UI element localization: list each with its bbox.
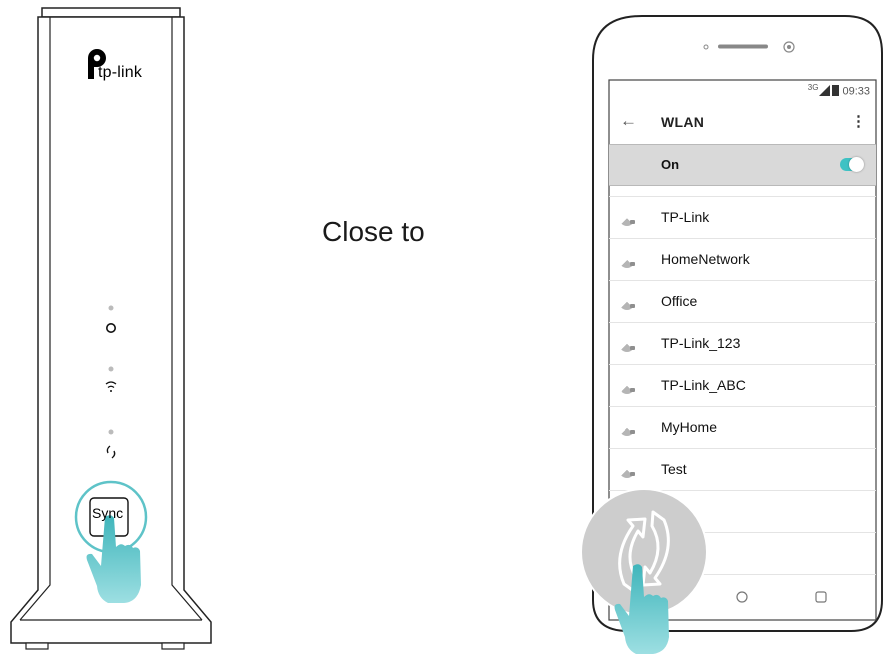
network-list-item[interactable]: Test <box>609 449 876 491</box>
network-list-item[interactable]: Office <box>609 281 876 323</box>
page-title: WLAN <box>661 114 705 130</box>
battery-icon <box>832 84 840 96</box>
wifi-locked-icon <box>619 462 635 478</box>
network-name: MyHome <box>661 419 718 435</box>
network-name: TP-Link_ABC <box>661 377 746 393</box>
wifi-locked-icon <box>619 420 635 436</box>
network-list-item[interactable]: MyHome <box>609 407 876 449</box>
network-list: TP-Link HomeNetwork Office TP-Link_123 TP-Li… <box>609 196 876 575</box>
network-list-item[interactable]: TP-Link <box>609 196 876 239</box>
back-arrow-icon[interactable]: ← <box>620 111 637 131</box>
status-time: 09:33 <box>842 85 870 98</box>
sync-led <box>108 429 114 435</box>
network-name: Test <box>661 461 687 477</box>
network-name: HomeNetwork <box>661 251 750 267</box>
wifi-locked-icon <box>619 336 635 352</box>
phone-screen: 3G 09:33 ← WLAN ⋮ On TP-Link HomeNetwork Of… <box>609 80 876 620</box>
wifi-led <box>108 366 114 372</box>
status-bar: 3G 09:33 <box>808 83 870 98</box>
power-led <box>108 305 114 311</box>
more-options-icon[interactable]: ⋮ <box>851 112 866 130</box>
sync-button-label: Sync <box>92 505 124 521</box>
wifi-locked-icon <box>619 294 635 310</box>
network-type: 3G <box>807 83 819 92</box>
caption: Close to <box>322 216 425 247</box>
wlan-toggle-row[interactable]: On <box>609 144 876 186</box>
network-list-empty-row <box>609 533 876 575</box>
router <box>10 7 212 650</box>
app-bar: ← WLAN ⋮ <box>609 102 876 144</box>
wifi-locked-icon <box>619 210 635 226</box>
brand-logo: tp-link <box>98 64 143 81</box>
network-list-item[interactable]: TP-Link_123 <box>609 323 876 365</box>
network-list-item[interactable]: TP-Link_ABC <box>609 365 876 407</box>
network-name: TP-Link_123 <box>661 335 741 351</box>
wifi-locked-icon <box>619 252 635 268</box>
wifi-locked-icon <box>619 378 635 394</box>
network-name: TP-Link <box>661 209 710 225</box>
wlan-toggle-switch[interactable] <box>840 157 864 172</box>
wlan-toggle-label: On <box>661 157 680 172</box>
network-list-item[interactable]: HomeNetwork <box>609 239 876 281</box>
network-list-empty-row <box>609 491 876 533</box>
network-name: Office <box>661 293 698 309</box>
signal-icon <box>819 84 831 96</box>
